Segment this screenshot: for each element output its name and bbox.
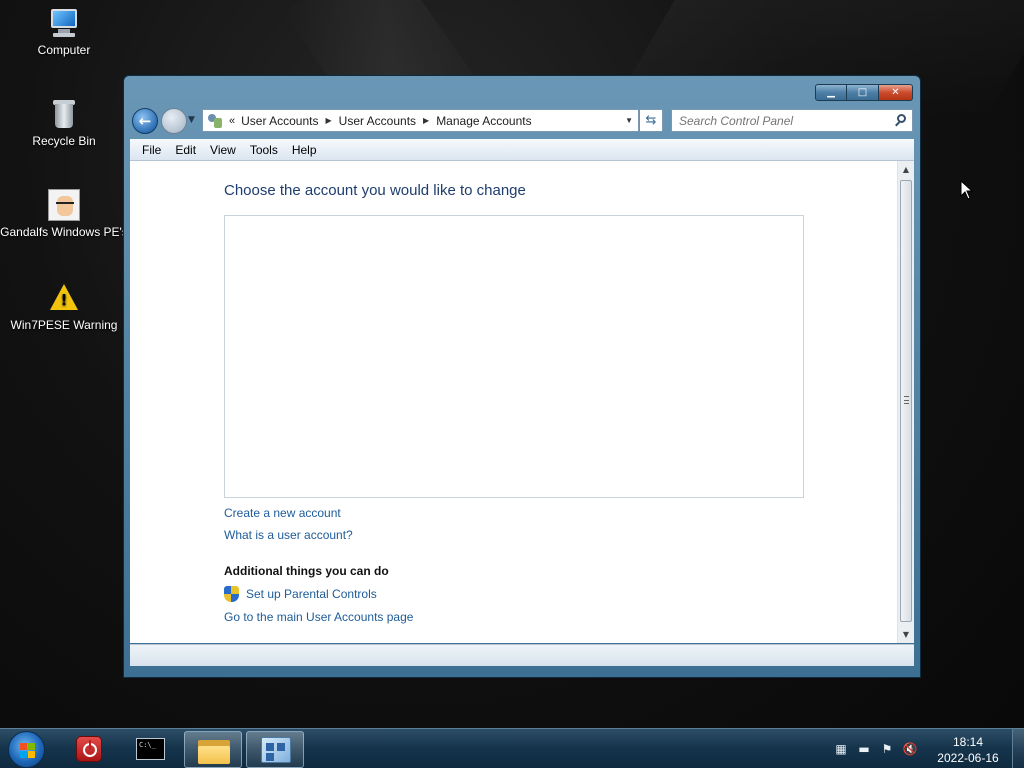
command-prompt-icon: C:\_ — [136, 738, 165, 760]
start-button[interactable] — [8, 731, 45, 768]
folder-icon — [198, 738, 230, 764]
desktop-icon-label: Gandalfs Windows PE's — [0, 225, 128, 239]
breadcrumb-user-accounts-2[interactable]: User Accounts — [339, 114, 416, 128]
computer-icon — [48, 7, 80, 39]
caption-buttons: ▁ □ ✕ — [815, 84, 913, 101]
main-user-accounts-link[interactable]: Go to the main User Accounts page — [224, 610, 413, 624]
system-tray: ▦ ▬ ⚑ 🔇 — [832, 739, 924, 759]
taskbar: C:\_ ▦ ▬ ⚑ 🔇 18:14 2022-06-16 — [0, 728, 1024, 768]
desktop-icon-gandalfs[interactable]: Gandalfs Windows PE's — [0, 189, 128, 239]
clock-date: 2022-06-16 — [937, 751, 999, 765]
power-icon — [76, 736, 102, 762]
taskbar-cmd-button[interactable]: C:\_ — [121, 731, 179, 768]
desktop-icon-label: Win7PESE Warning — [10, 318, 118, 332]
drive-icon[interactable]: ▬ — [855, 740, 873, 758]
uac-shield-icon — [224, 586, 239, 602]
clock-time: 18:14 — [952, 735, 984, 749]
warning-icon: ! — [48, 282, 80, 314]
control-panel-icon — [207, 113, 223, 129]
back-button[interactable]: ← — [132, 108, 158, 134]
menu-file[interactable]: File — [136, 141, 167, 159]
menu-edit[interactable]: Edit — [169, 141, 202, 159]
chevron-right-icon[interactable]: ▶ — [326, 116, 332, 125]
vertical-scrollbar[interactable]: ▲ ▼ — [897, 161, 914, 643]
minimize-button[interactable]: ▁ — [815, 84, 847, 101]
search-icon[interactable] — [894, 114, 908, 128]
desktop-icon-computer[interactable]: Computer — [0, 7, 128, 57]
additional-things-heading: Additional things you can do — [224, 564, 389, 578]
avatar-icon — [48, 189, 80, 221]
close-button[interactable]: ✕ — [879, 84, 913, 101]
network-icon[interactable]: ▦ — [832, 740, 850, 758]
search-input[interactable] — [672, 110, 882, 131]
refresh-button[interactable]: ⇆ — [640, 109, 663, 132]
content-pane: Choose the account you would like to cha… — [130, 161, 914, 643]
address-bar[interactable]: « User Accounts ▶ User Accounts ▶ Manage… — [202, 109, 639, 132]
scroll-down-icon[interactable]: ▼ — [898, 626, 914, 643]
maximize-button[interactable]: □ — [847, 84, 879, 101]
create-account-link[interactable]: Create a new account — [224, 506, 341, 520]
clock[interactable]: 18:14 2022-06-16 — [930, 734, 1006, 766]
control-panel-window: ▁ □ ✕ ← ▼ « User Accounts ▶ User Account… — [123, 75, 921, 678]
parental-controls-link[interactable]: Set up Parental Controls — [246, 587, 377, 601]
what-is-account-link[interactable]: What is a user account? — [224, 528, 353, 542]
menu-help[interactable]: Help — [286, 141, 323, 159]
accounts-list[interactable] — [224, 215, 804, 498]
scroll-thumb[interactable] — [900, 180, 912, 622]
breadcrumb-overflow[interactable]: « — [229, 115, 235, 127]
address-dropdown-icon[interactable]: ▼ — [625, 116, 633, 125]
show-desktop-button[interactable] — [1012, 729, 1024, 768]
desktop-icon-recycle-bin[interactable]: Recycle Bin — [0, 98, 128, 148]
scroll-up-icon[interactable]: ▲ — [898, 161, 914, 178]
recycle-bin-icon — [48, 98, 80, 130]
menu-tools[interactable]: Tools — [244, 141, 284, 159]
chevron-right-icon[interactable]: ▶ — [423, 116, 429, 125]
page-title: Choose the account you would like to cha… — [224, 182, 526, 199]
taskbar-control-panel-button[interactable] — [246, 731, 304, 768]
forward-button[interactable] — [161, 108, 187, 134]
windows-logo-icon — [20, 743, 35, 758]
status-bar — [130, 644, 914, 666]
menu-bar: File Edit View Tools Help — [130, 139, 914, 161]
taskbar-explorer-button[interactable] — [184, 731, 242, 768]
navigation-bar: ← ▼ « User Accounts ▶ User Accounts ▶ Ma… — [130, 105, 914, 135]
taskbar-shutdown-button[interactable] — [60, 731, 118, 768]
desktop-icon-label: Recycle Bin — [32, 134, 96, 148]
search-box — [671, 109, 913, 132]
desktop-icon-label: Computer — [37, 43, 91, 57]
breadcrumb-manage-accounts[interactable]: Manage Accounts — [436, 114, 531, 128]
menu-view[interactable]: View — [204, 141, 242, 159]
recent-pages-dropdown-icon[interactable]: ▼ — [188, 115, 195, 125]
volume-muted-icon[interactable]: 🔇 — [901, 740, 919, 758]
breadcrumb-user-accounts[interactable]: User Accounts — [241, 114, 318, 128]
action-center-icon[interactable]: ⚑ — [878, 740, 896, 758]
desktop-icon-warning[interactable]: ! Win7PESE Warning — [0, 282, 128, 332]
control-panel-icon — [261, 737, 291, 763]
